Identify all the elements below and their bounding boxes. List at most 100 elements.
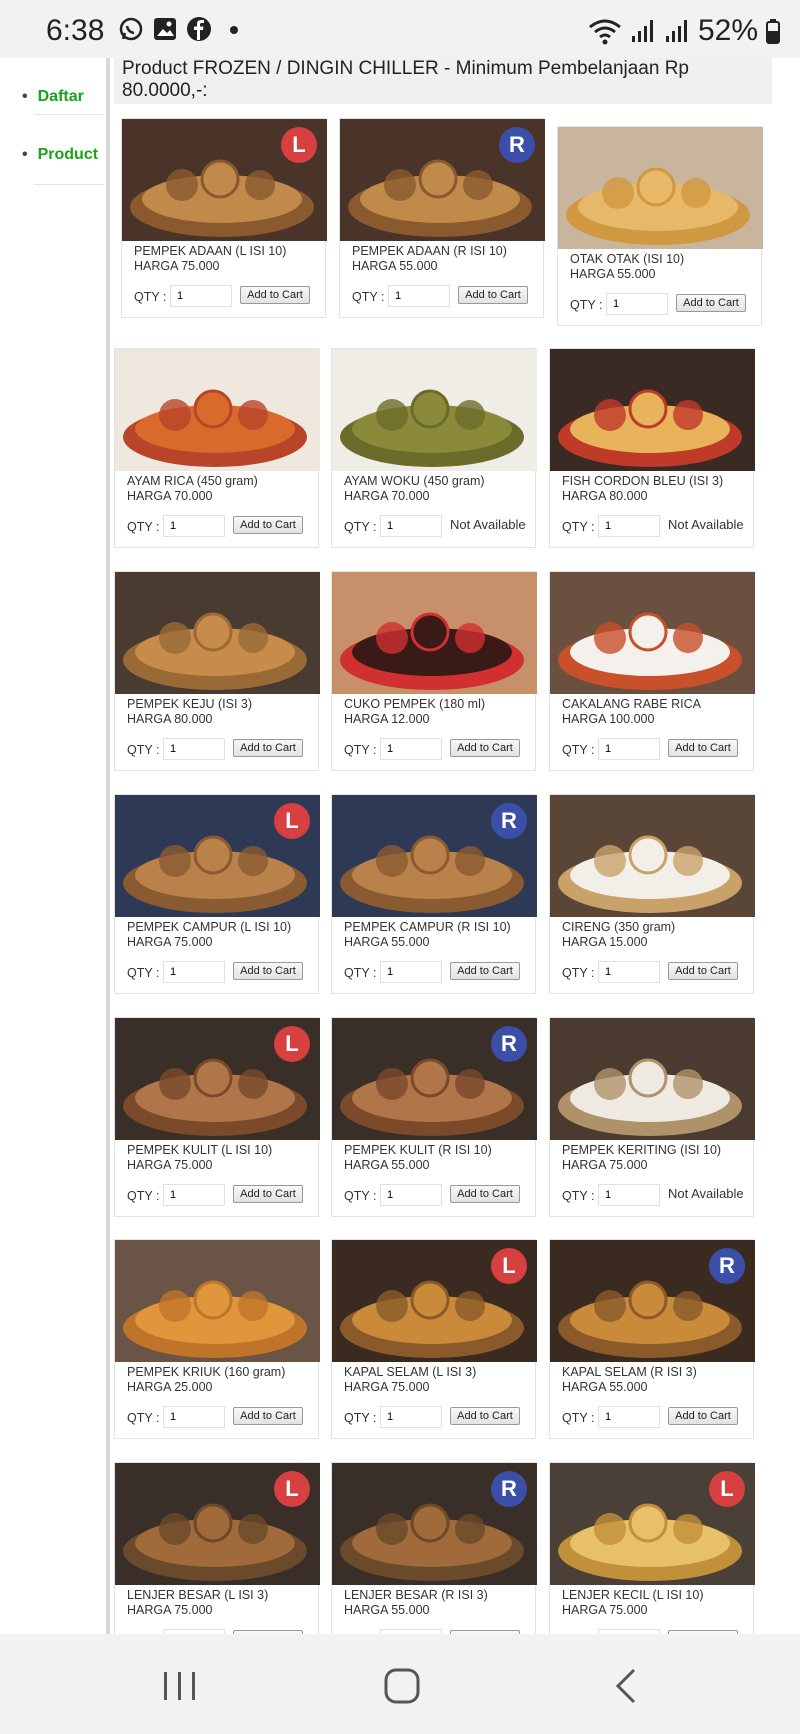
- product-image[interactable]: R: [340, 119, 545, 241]
- add-to-cart-button[interactable]: Add to Cart: [676, 294, 746, 312]
- product-image[interactable]: L: [115, 1463, 320, 1585]
- product-price: HARGA 75.000: [127, 935, 213, 949]
- sidebar-separator: [34, 114, 104, 115]
- product-image[interactable]: L: [550, 1463, 755, 1585]
- product-name: PEMPEK KRIUK (160 gram): [127, 1365, 286, 1379]
- qty-input[interactable]: [163, 961, 225, 983]
- sidebar-item-daftar[interactable]: • Daftar: [22, 88, 84, 106]
- page-title: Product FROZEN / DINGIN CHILLER - Minimu…: [114, 58, 772, 104]
- product-name: PEMPEK ADAAN (R ISI 10): [352, 244, 507, 258]
- add-to-cart-button[interactable]: Add to Cart: [233, 1185, 303, 1203]
- product-image[interactable]: [550, 349, 755, 471]
- sidebar-separator: [34, 184, 104, 185]
- product-price: HARGA 15.000: [562, 935, 648, 949]
- product-image[interactable]: R: [332, 1018, 537, 1140]
- add-to-cart-button[interactable]: Add to Cart: [450, 1407, 520, 1425]
- qty-input[interactable]: [606, 293, 668, 315]
- navigation-bar: [0, 1634, 800, 1734]
- status-right: 52%: [588, 14, 780, 48]
- qty-input[interactable]: [170, 285, 232, 307]
- add-to-cart-button[interactable]: Add to Cart: [668, 739, 738, 757]
- product-image[interactable]: L: [122, 119, 327, 241]
- qty-input[interactable]: [598, 738, 660, 760]
- product-name: PEMPEK KERITING (ISI 10): [562, 1143, 722, 1157]
- qty-label: QTY :: [562, 520, 595, 534]
- product-image[interactable]: R: [332, 795, 537, 917]
- product-image[interactable]: [550, 1018, 755, 1140]
- product-image[interactable]: L: [115, 1018, 320, 1140]
- product-card: L PEMPEK ADAAN (L ISI 10) HARGA 75.000 QTY …: [121, 118, 327, 318]
- product-card: FISH CORDON BLEU (ISI 3) HARGA 80.000 QTY …: [549, 348, 755, 548]
- battery-icon: [766, 19, 780, 44]
- qty-input[interactable]: [380, 515, 442, 537]
- add-to-cart-button[interactable]: Add to Cart: [233, 739, 303, 757]
- product-price: HARGA 55.000: [344, 1603, 430, 1617]
- qty-input[interactable]: [163, 1184, 225, 1206]
- qty-input[interactable]: [598, 1184, 660, 1206]
- qty-input[interactable]: [163, 1406, 225, 1428]
- qty-input[interactable]: [598, 1406, 660, 1428]
- product-card: LLENJER KECIL (L ISI 10)HARGA 75.000QTY …: [549, 1462, 755, 1662]
- product-name: PEMPEK CAMPUR (L ISI 10): [127, 920, 292, 934]
- product-name: FISH CORDON BLEU (ISI 3): [562, 474, 724, 488]
- product-image[interactable]: [115, 349, 320, 471]
- product-price: HARGA 12.000: [344, 712, 430, 726]
- product-price: HARGA 55.000: [570, 267, 656, 281]
- product-image[interactable]: R: [332, 1463, 537, 1585]
- product-price: HARGA 75.000: [127, 1158, 213, 1172]
- product-image[interactable]: [332, 349, 537, 471]
- add-to-cart-button[interactable]: Add to Cart: [450, 962, 520, 980]
- qty-input[interactable]: [380, 961, 442, 983]
- add-to-cart-button[interactable]: Add to Cart: [233, 962, 303, 980]
- product-image[interactable]: [558, 127, 763, 249]
- qty-input[interactable]: [163, 515, 225, 537]
- bullet-icon: •: [22, 146, 28, 163]
- product-price: HARGA 70.000: [127, 489, 213, 503]
- product-image[interactable]: [550, 795, 755, 917]
- size-badge-regular: R: [491, 1026, 527, 1062]
- add-to-cart-button[interactable]: Add to Cart: [450, 1185, 520, 1203]
- qty-input[interactable]: [598, 515, 660, 537]
- add-to-cart-button[interactable]: Add to Cart: [668, 962, 738, 980]
- size-badge-large: L: [281, 127, 317, 163]
- add-to-cart-button[interactable]: Add to Cart: [233, 516, 303, 534]
- product-image[interactable]: L: [115, 795, 320, 917]
- product-name: LENJER BESAR (R ISI 3): [344, 1588, 488, 1602]
- back-icon[interactable]: [596, 1664, 656, 1708]
- qty-input[interactable]: [380, 1406, 442, 1428]
- product-image[interactable]: R: [550, 1240, 755, 1362]
- add-to-cart-button[interactable]: Add to Cart: [458, 286, 528, 304]
- product-price: HARGA 25.000: [127, 1380, 213, 1394]
- product-card: PEMPEK KERITING (ISI 10) HARGA 75.000 QTY …: [549, 1017, 755, 1217]
- product-image[interactable]: [115, 572, 320, 694]
- recent-apps-icon[interactable]: [150, 1664, 210, 1708]
- size-badge-large: L: [274, 1026, 310, 1062]
- home-icon[interactable]: [372, 1664, 432, 1708]
- qty-input[interactable]: [598, 961, 660, 983]
- qty-input[interactable]: [380, 738, 442, 760]
- product-image[interactable]: [332, 572, 537, 694]
- add-to-cart-button[interactable]: Add to Cart: [233, 1407, 303, 1425]
- sidebar-item-product[interactable]: • Product: [22, 146, 98, 164]
- product-card: R PEMPEK ADAAN (R ISI 10) HARGA 55.000 QTY …: [339, 118, 545, 318]
- add-to-cart-button[interactable]: Add to Cart: [450, 739, 520, 757]
- qty-label: QTY :: [344, 520, 377, 534]
- product-price: HARGA 55.000: [562, 1380, 648, 1394]
- add-to-cart-button[interactable]: Add to Cart: [668, 1407, 738, 1425]
- size-badge-regular: R: [709, 1248, 745, 1284]
- qty-label: QTY :: [344, 743, 377, 757]
- product-name: CAKALANG RABE RICA: [562, 697, 701, 711]
- product-image[interactable]: L: [332, 1240, 537, 1362]
- add-to-cart-button[interactable]: Add to Cart: [240, 286, 310, 304]
- product-card: CIRENG (350 gram)HARGA 15.000 QTY : Add to…: [549, 794, 755, 994]
- product-name: LENJER KECIL (L ISI 10): [562, 1588, 704, 1602]
- qty-input[interactable]: [163, 738, 225, 760]
- product-image[interactable]: [550, 572, 755, 694]
- product-image[interactable]: [115, 1240, 320, 1362]
- qty-label: QTY :: [562, 966, 595, 980]
- qty-input[interactable]: [380, 1184, 442, 1206]
- product-name: OTAK OTAK (ISI 10): [570, 252, 685, 266]
- qty-input[interactable]: [388, 285, 450, 307]
- signal-icon: [631, 20, 653, 42]
- qty-label: QTY :: [562, 743, 595, 757]
